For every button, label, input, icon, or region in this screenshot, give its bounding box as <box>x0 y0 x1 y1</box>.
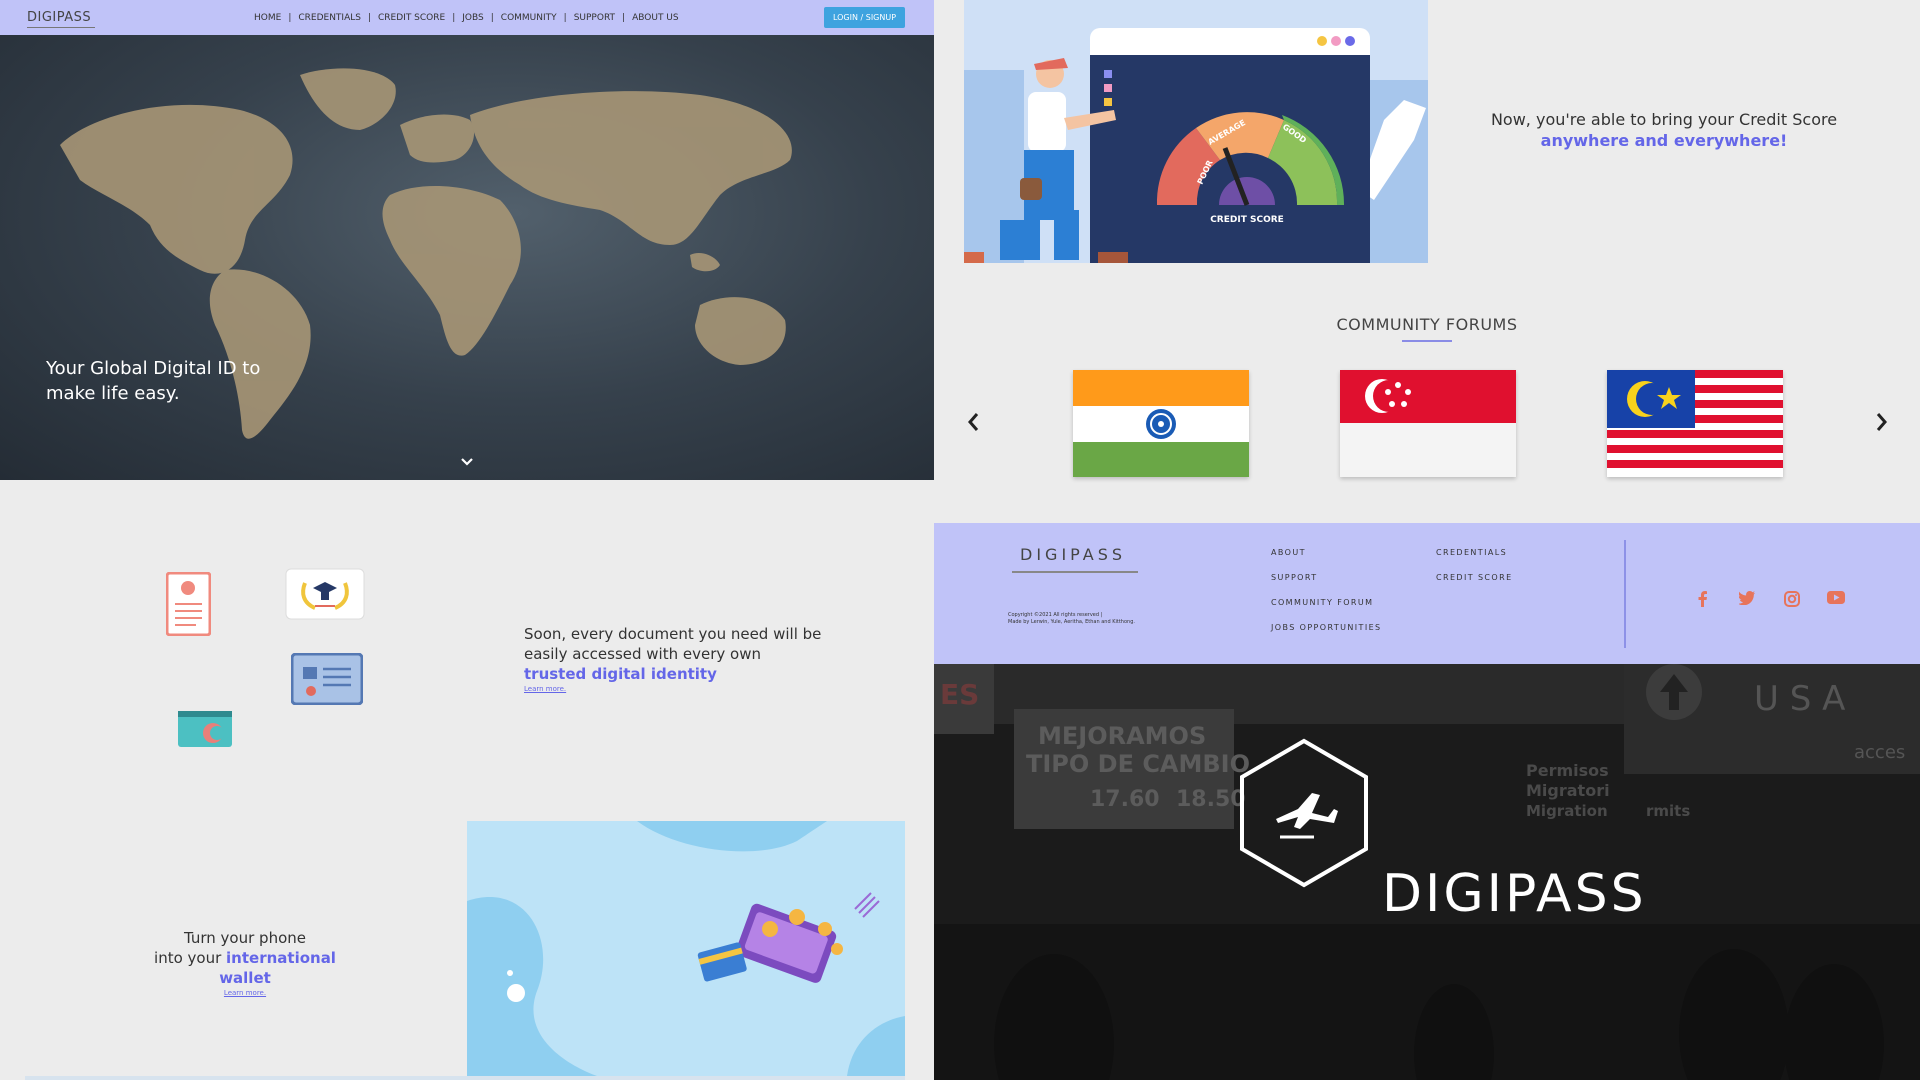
sign-text: Migratori <box>1526 781 1610 800</box>
nav-separator: | <box>563 13 567 23</box>
hero-panel: DIGIPASS HOME | CREDENTIALS | CREDIT SCO… <box>0 0 934 480</box>
sign-text: MEJORAMOS <box>1038 722 1206 750</box>
footer-link-jobs[interactable]: JOBS OPPORTUNITIES <box>1271 623 1382 632</box>
wallet-learn-more-link[interactable]: Learn more. <box>130 988 360 998</box>
nav-link-credentials[interactable]: CREDENTIALS <box>298 13 361 23</box>
diploma-icon <box>285 568 365 624</box>
sign-text: rmits <box>1646 802 1690 820</box>
wallet-illustration <box>467 821 905 1076</box>
world-map-image <box>60 68 792 439</box>
documents-description: Soon, every document you need will be ea… <box>524 625 822 663</box>
nav-separator: | <box>622 13 626 23</box>
nav-link-credit-score[interactable]: CREDIT SCORE <box>378 13 445 23</box>
malaysia-flag[interactable] <box>1607 370 1783 477</box>
nav-link-support[interactable]: SUPPORT <box>574 13 615 23</box>
top-navbar: DIGIPASS HOME | CREDENTIALS | CREDIT SCO… <box>0 0 934 35</box>
credits-line: Made by Lerwin, Yule, Aeritha, Ethan and… <box>1008 619 1135 625</box>
sign-text: Migration <box>1526 802 1608 820</box>
certificate-icon <box>165 571 212 640</box>
nav-separator: | <box>490 13 494 23</box>
credit-score-section: POOR AVERAGE GOOD CREDIT SCORE Now, you'… <box>934 0 1920 523</box>
credit-score-highlight: anywhere and everywhere! <box>1540 131 1788 150</box>
footer-link-credit-score[interactable]: CREDIT SCORE <box>1436 573 1513 582</box>
login-signup-button[interactable]: LOGIN / SIGNUP <box>824 7 905 28</box>
india-flag[interactable] <box>1073 370 1249 477</box>
documents-text: Soon, every document you need will be ea… <box>524 624 864 694</box>
sign-text: TIPO DE CAMBIO <box>1026 750 1250 778</box>
nav-separator: | <box>288 13 292 23</box>
wallet-highlight: international wallet <box>219 949 336 987</box>
documents-learn-more-link[interactable]: Learn more. <box>524 684 864 694</box>
footer-logo[interactable]: DIGIPASS <box>1020 545 1126 564</box>
credit-score-text: Now, you're able to bring your Credit Sc… <box>1474 109 1854 151</box>
documents-section: Soon, every document you need will be ea… <box>0 480 934 1080</box>
world-map-background <box>0 35 934 480</box>
title-underline <box>1402 340 1452 342</box>
footer-links-col2: CREDENTIALS CREDIT SCORE <box>1436 548 1513 598</box>
nav-separator: | <box>367 13 372 23</box>
footer-link-credentials[interactable]: CREDENTIALS <box>1436 548 1513 557</box>
nav-separator: | <box>452 13 456 23</box>
wallet-line2-prefix: into your <box>154 949 227 967</box>
nav-link-about-us[interactable]: ABOUT US <box>632 13 679 23</box>
sign-text: acces <box>1854 742 1905 763</box>
wallet-line1: Turn your phone <box>183 929 306 947</box>
nav-link-home[interactable]: HOME <box>254 13 281 23</box>
section-divider <box>25 1076 905 1080</box>
sign-text: 17.60 <box>1090 787 1160 812</box>
documents-highlight: trusted digital identity <box>524 665 717 683</box>
twitter-icon[interactable] <box>1738 591 1755 609</box>
youtube-icon[interactable] <box>1827 591 1845 608</box>
hero-tagline: Your Global Digital ID to make life easy… <box>46 358 261 404</box>
instagram-icon[interactable] <box>1784 591 1800 611</box>
carousel-next-icon[interactable] <box>1875 410 1889 440</box>
footer-copyright: Copyright ©2021 All rights reserved | Ma… <box>1008 612 1178 626</box>
nav-link-jobs[interactable]: JOBS <box>462 13 483 23</box>
chevron-down-icon[interactable] <box>460 456 474 470</box>
footer-logo-underline <box>1012 571 1138 573</box>
credit-score-text-line: Now, you're able to bring your Credit Sc… <box>1490 110 1838 129</box>
sign-text: U S A <box>1754 679 1845 719</box>
copyright-line: Copyright ©2021 All rights reserved | <box>1008 612 1103 618</box>
footer-links-col1: ABOUT SUPPORT COMMUNITY FORUM JOBS OPPOR… <box>1271 548 1382 648</box>
id-card-icon <box>290 652 364 709</box>
facebook-icon[interactable] <box>1698 591 1708 611</box>
wallet-text: Turn your phone into your international … <box>130 928 360 998</box>
sign-text: 18.50 <box>1176 787 1246 812</box>
site-logo[interactable]: DIGIPASS <box>27 10 96 28</box>
footer-divider <box>1624 540 1626 648</box>
nav-link-community[interactable]: COMMUNITY <box>501 13 557 23</box>
singapore-flag[interactable] <box>1340 370 1516 477</box>
carousel-prev-icon[interactable] <box>966 410 980 440</box>
card-icon <box>177 710 233 752</box>
footer-link-support[interactable]: SUPPORT <box>1271 573 1382 582</box>
community-forums-title: COMMUNITY FORUMS <box>1336 315 1518 334</box>
brand-banner: MEJORAMOS TIPO DE CAMBIO 17.60 18.50 ES … <box>934 664 1920 1080</box>
footer: DIGIPASS Copyright ©2021 All rights rese… <box>934 523 1920 664</box>
sign-text: Permisos <box>1526 761 1609 780</box>
nav-links: HOME | CREDENTIALS | CREDIT SCORE | JOBS… <box>254 13 679 23</box>
sign-text: ES <box>940 678 979 711</box>
credit-score-illustration: POOR AVERAGE GOOD CREDIT SCORE <box>964 0 1428 263</box>
brand-name: DIGIPASS <box>1382 864 1647 924</box>
footer-link-community-forum[interactable]: COMMUNITY FORUM <box>1271 598 1382 607</box>
footer-link-about[interactable]: ABOUT <box>1271 548 1382 557</box>
gauge-caption: CREDIT SCORE <box>1210 215 1284 225</box>
